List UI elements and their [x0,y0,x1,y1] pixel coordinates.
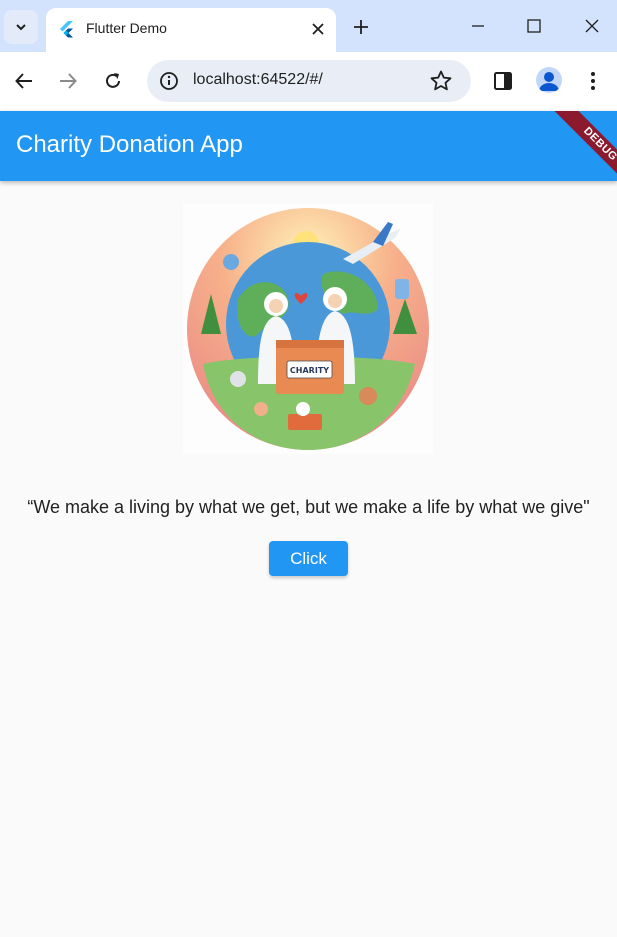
close-icon [585,19,599,33]
reload-button[interactable] [101,69,125,93]
menu-button[interactable] [581,69,605,93]
back-arrow-icon [15,73,32,89]
forward-arrow-icon [60,73,77,89]
browser-tab-strip: Flutter Demo [0,0,617,52]
page-title: Charity Donation App [16,131,243,158]
box-label: CHARITY [290,366,329,375]
side-panel-icon [494,72,512,90]
close-icon [312,23,324,35]
minimize-icon [472,25,484,27]
close-window-button[interactable] [580,14,604,38]
close-tab-button[interactable] [308,19,328,39]
flutter-logo-icon [60,21,73,38]
chevron-down-icon [16,24,26,31]
new-tab-button[interactable] [350,16,372,38]
back-button[interactable] [12,69,36,93]
forward-button[interactable] [56,69,80,93]
maximize-button[interactable] [522,14,546,38]
kebab-menu-icon [591,72,595,90]
star-icon[interactable] [429,69,453,93]
click-button[interactable]: Click [269,541,348,576]
app-bar: Charity Donation App DEBUG [0,111,617,181]
profile-button[interactable] [536,67,562,93]
quote-text: “We make a living by what we get, but we… [27,497,590,517]
debug-banner: DEBUG [551,111,617,181]
address-bar[interactable]: localhost:64522/#/ [147,60,471,102]
charity-illustration: CHARITY [183,204,433,454]
tab-title: Flutter Demo [86,20,167,36]
url-text[interactable]: localhost:64522/#/ [193,71,323,89]
browser-tab[interactable]: Flutter Demo [46,8,336,52]
info-icon[interactable] [159,71,179,91]
reload-icon [106,73,120,88]
plus-icon [354,20,368,34]
tab-search-button[interactable] [4,10,38,44]
profile-icon [539,72,559,91]
maximize-icon [527,19,541,33]
side-panel-button[interactable] [491,69,515,93]
browser-toolbar: localhost:64522/#/ [0,52,617,110]
minimize-button[interactable] [466,14,490,38]
